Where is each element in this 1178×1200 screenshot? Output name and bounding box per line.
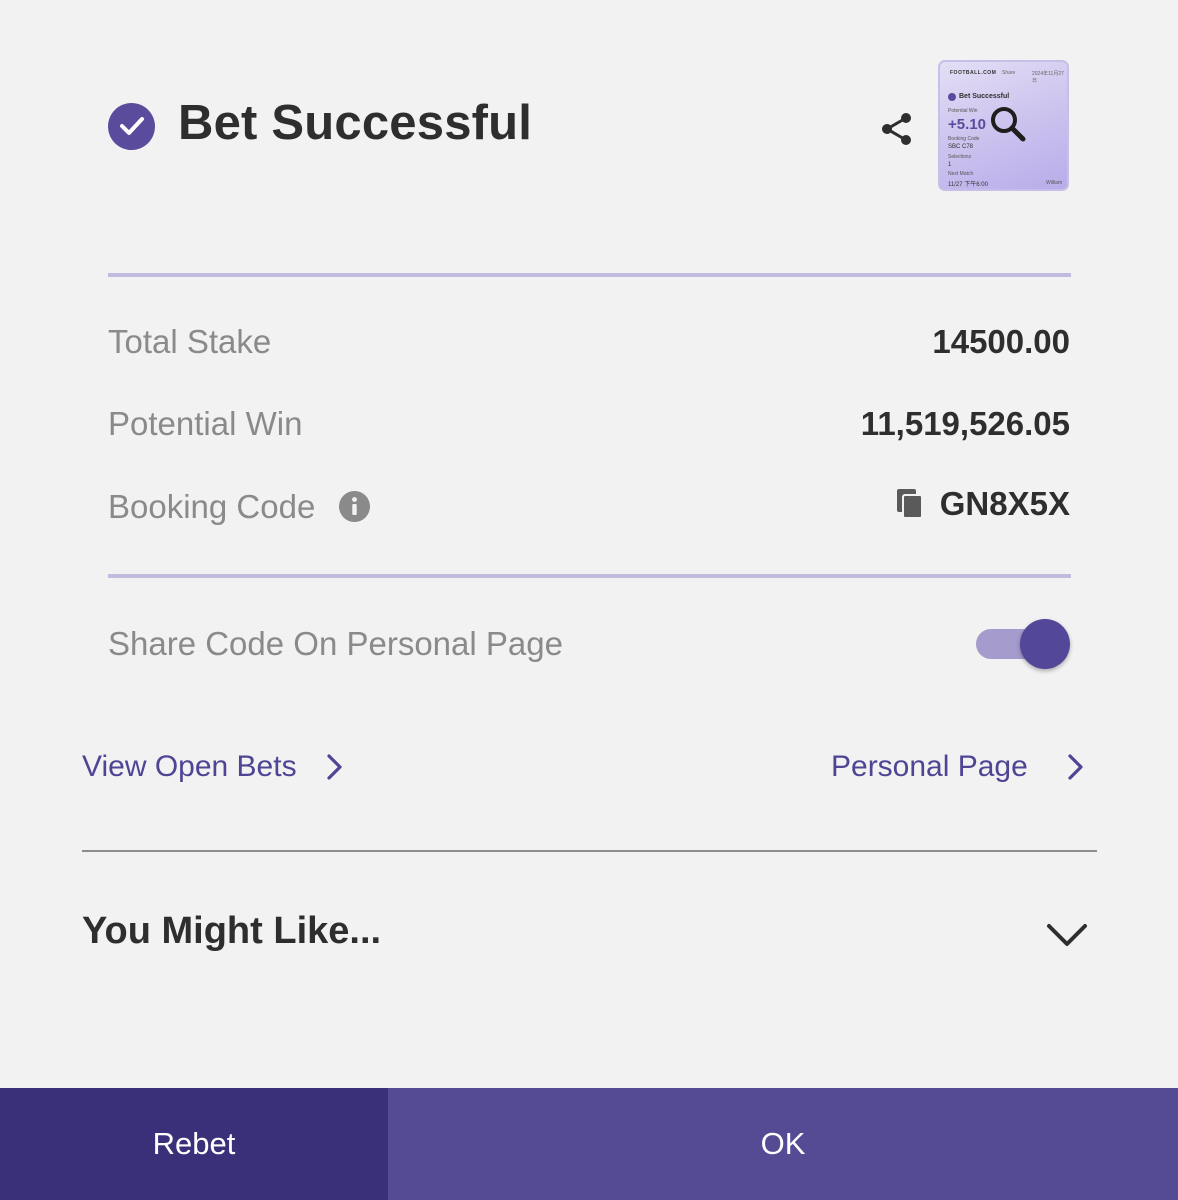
personal-page-link[interactable]: Personal Page	[831, 750, 1086, 784]
booking-code-row: Booking Code	[108, 488, 370, 526]
toggle-knob	[1020, 619, 1070, 669]
total-stake-label: Total Stake	[108, 323, 272, 360]
personal-page-label: Personal Page	[831, 750, 1028, 783]
view-open-bets-label: View Open Bets	[82, 750, 297, 783]
rebet-button[interactable]: Rebet	[0, 1088, 388, 1200]
thumbnail-title: Bet Successful	[959, 93, 1010, 100]
bet-slip-thumbnail[interactable]: FOOTBALL.COM Share 2024年11月27日 Bet Succe…	[938, 60, 1069, 191]
thumbnail-user: William	[1046, 180, 1063, 186]
share-code-toggle[interactable]	[976, 617, 1072, 671]
rebet-button-label: Rebet	[152, 1126, 236, 1161]
you-might-like-title: You Might Like...	[82, 910, 382, 952]
booking-code-label: Booking Code	[108, 488, 316, 525]
page-title: Bet Successful	[178, 96, 533, 150]
check-circle-icon	[108, 102, 155, 150]
chevron-right-icon	[326, 754, 342, 780]
thumbnail-check-icon	[948, 93, 956, 101]
thumbnail-brand: FOOTBALL.COM	[950, 70, 997, 76]
potential-win-label: Potential Win	[108, 405, 303, 442]
booking-code-copy[interactable]: GN8X5X	[896, 485, 1070, 523]
info-icon[interactable]	[338, 490, 370, 522]
thumbnail-next-match-label: Next Match	[948, 171, 974, 177]
chevron-right-icon	[1068, 754, 1083, 780]
magnifier-icon	[991, 107, 1026, 142]
chevron-down-icon[interactable]	[1045, 920, 1089, 950]
thumbnail-next-match: 11/27 下午6:00	[948, 182, 988, 188]
header: Bet Successful	[108, 95, 532, 151]
potential-win-value: 11,519,526.05	[860, 405, 1070, 442]
bet-success-screen: Bet Successful FOOTBALL.COM Share 2024年1…	[0, 0, 1178, 1200]
booking-code-value: GN8X5X	[939, 485, 1070, 522]
divider	[108, 574, 1071, 578]
ok-button[interactable]: OK	[388, 1088, 1178, 1200]
thumbnail-date: 2024年11月27日	[1032, 71, 1064, 84]
thumbnail-booking-code-label: Booking Code	[948, 136, 980, 142]
ok-button-label: OK	[760, 1126, 806, 1161]
divider	[82, 850, 1097, 852]
view-open-bets-link[interactable]: View Open Bets	[82, 750, 345, 784]
divider	[108, 273, 1071, 277]
total-stake-value: 14500.00	[932, 323, 1070, 360]
thumbnail-potential-win-label: Potential Win	[948, 108, 978, 114]
share-icon[interactable]	[878, 110, 916, 148]
thumbnail-booking-code: SBC C78	[948, 144, 974, 150]
share-code-label: Share Code On Personal Page	[108, 625, 563, 662]
thumbnail-amount: +5.10	[948, 116, 986, 133]
thumbnail-selections-label: Selections	[948, 154, 972, 160]
thumbnail-share: Share	[1002, 70, 1016, 76]
copy-icon[interactable]	[896, 488, 924, 520]
thumbnail-selections: 1	[948, 162, 952, 168]
